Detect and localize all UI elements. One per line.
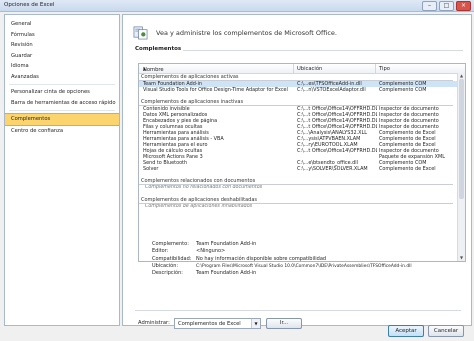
chevron-down-icon[interactable]: ▼	[251, 319, 260, 328]
table-scrollbar[interactable]: ▲ ▼	[457, 73, 465, 261]
sidebar-item-idioma[interactable]: Idioma	[5, 61, 119, 72]
detail-row: Ubicación: C:\Program Files\Microsoft Vis…	[152, 262, 412, 269]
column-header-location[interactable]: Ubicación	[297, 66, 322, 72]
bottom-divider	[135, 310, 461, 311]
go-button[interactable]: Ir...	[266, 318, 302, 329]
group-header-active: Complementos de aplicaciones activas	[139, 74, 457, 81]
table-row[interactable]: Visual Studio Tools for Office Design-Ti…	[139, 87, 457, 93]
table-row[interactable]: Solver C:\...y\SOLVER\SOLVER.XLAM Compleme…	[139, 166, 457, 172]
sidebar-item-revision[interactable]: Revisión	[5, 40, 119, 51]
column-divider	[293, 64, 294, 73]
section-title: Complementos	[135, 46, 182, 52]
manage-label: Administrar:	[138, 320, 170, 326]
window-title: Opciones de Excel	[4, 2, 55, 8]
sidebar-item-avanzadas[interactable]: Avanzadas	[5, 72, 119, 83]
minimize-button[interactable]: –	[422, 1, 437, 11]
options-sidebar: General Fórmulas Revisión Guardar Idioma…	[4, 14, 120, 326]
table-body: Complementos de aplicaciones activas Tea…	[139, 74, 457, 210]
addin-details: Complemento: Team Foundation Add-in Edito…	[138, 241, 464, 277]
detail-row: Descripción: Team Foundation Add-in	[152, 270, 257, 277]
addins-icon	[133, 26, 148, 40]
window-controls: – □ ×	[422, 1, 471, 11]
sidebar-item-guardar[interactable]: Guardar	[5, 51, 119, 62]
sidebar-divider	[9, 84, 115, 85]
group-header-disabled: Complementos de aplicaciones deshabilita…	[139, 197, 457, 204]
detail-row: Editor: <Ninguno>	[152, 248, 226, 255]
empty-group-text: Complementos de aplicaciones inhabilitad…	[145, 204, 253, 209]
table-header: Nombre ▲ Ubicación Tipo	[139, 64, 465, 74]
detail-row: Complemento: Team Foundation Add-in	[152, 241, 257, 247]
manage-select[interactable]: Complementos de Excel ▼	[174, 318, 261, 329]
sidebar-item-personalizar-cinta[interactable]: Personalizar cinta de opciones	[5, 87, 119, 98]
sidebar-item-centro-confianza[interactable]: Centro de confianza	[5, 126, 119, 137]
cancel-button[interactable]: Cancelar	[428, 325, 464, 337]
column-header-type[interactable]: Tipo	[379, 66, 390, 72]
close-button[interactable]: ×	[456, 1, 471, 11]
maximize-button[interactable]: □	[439, 1, 454, 11]
group-header-document: Complementos relacionados con documentos	[139, 178, 457, 185]
ok-button[interactable]: Aceptar	[388, 325, 424, 337]
sidebar-divider	[9, 110, 115, 111]
manage-selected-value: Complementos de Excel	[178, 320, 241, 327]
column-divider	[375, 64, 376, 73]
addins-panel: Vea y administre los complementos de Mic…	[122, 14, 472, 329]
section-divider	[183, 50, 463, 51]
group-header-inactive: Complementos de aplicaciones inactivas	[139, 99, 457, 106]
scrollbar-thumb[interactable]	[459, 79, 464, 199]
panel-description: Vea y administre los complementos de Mic…	[156, 29, 337, 37]
addins-table[interactable]: Nombre ▲ Ubicación Tipo Complementos de …	[138, 63, 466, 262]
sidebar-item-barra-acceso-rapido[interactable]: Barra de herramientas de acceso rápido	[5, 98, 119, 109]
column-header-name[interactable]: Nombre ▲	[143, 66, 164, 74]
title-bar: Opciones de Excel – □ ×	[0, 0, 474, 12]
sidebar-item-formulas[interactable]: Fórmulas	[5, 30, 119, 41]
detail-row: Compatibilidad: No hay información dispon…	[152, 255, 327, 262]
sidebar-item-complementos[interactable]: Complementos	[5, 113, 119, 126]
sidebar-item-general[interactable]: General	[5, 19, 119, 30]
